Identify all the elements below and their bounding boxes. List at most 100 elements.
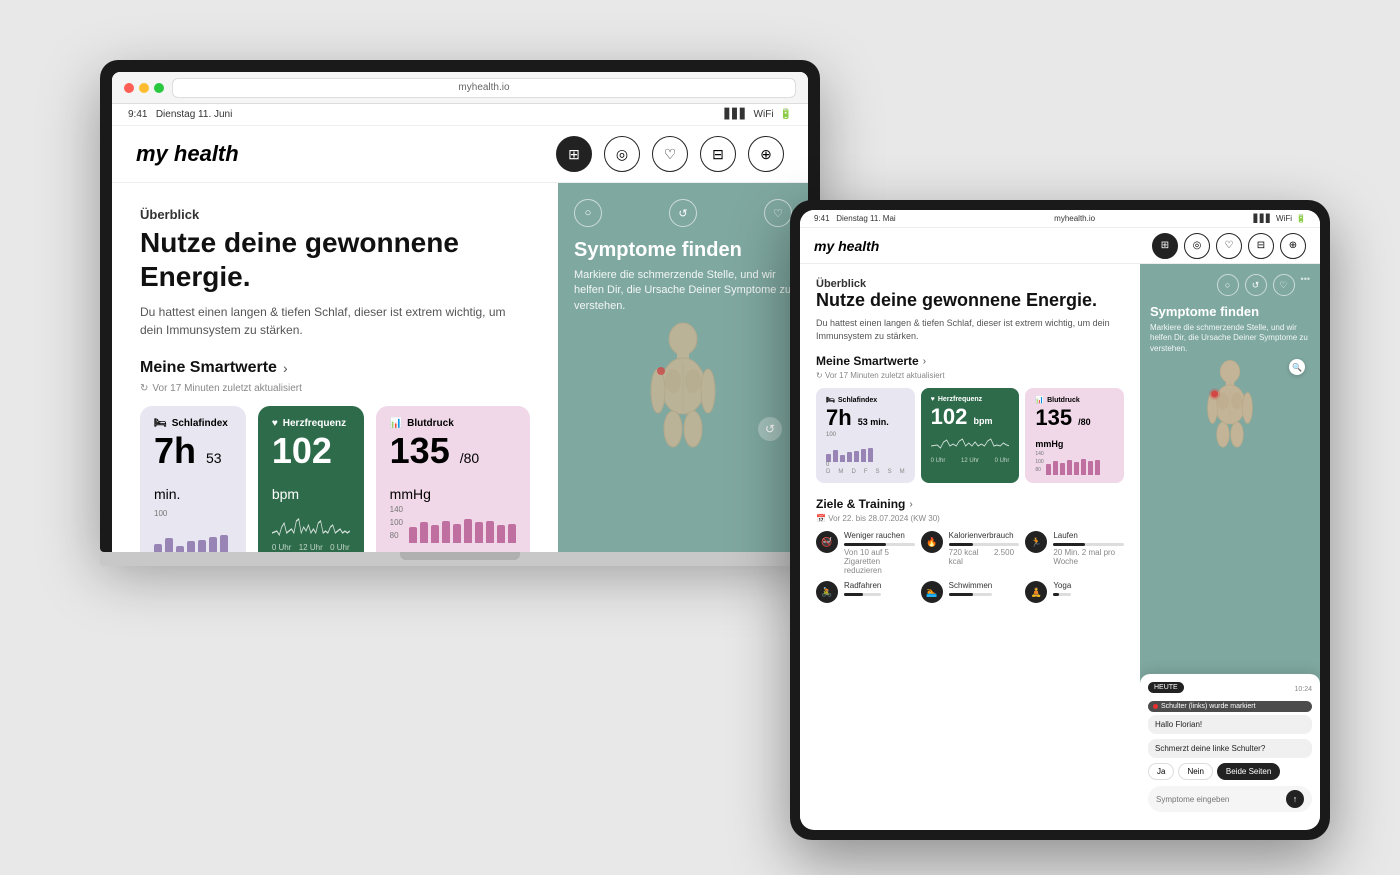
rotate-icon[interactable]: ↺	[758, 417, 782, 441]
ipad-heart-chart	[931, 434, 1010, 457]
hero-title: Nutze deine gewonnene Energie.	[140, 226, 530, 293]
laptop-screen-inner: myhealth.io 9:41 Dienstag 11. Juni ▋▋▋ W…	[112, 72, 808, 552]
sleep-title: Schlafindex	[172, 418, 228, 429]
ipad-blood-chart-wrap: 140 100 80	[1035, 451, 1114, 475]
status-right: ▋▋▋ WiFi 🔋	[724, 109, 792, 120]
ipad-sleep-card[interactable]: 🛏 Schlafindex 7h 53 min. 100	[816, 388, 915, 483]
goal-yoga: 🧘 Yoga	[1025, 581, 1124, 603]
goal-kalorien-bar	[949, 543, 974, 546]
chat-greeting: Hallo Florian!	[1148, 715, 1312, 734]
ipad-sleep-bar-4	[847, 452, 852, 462]
browser-url[interactable]: myhealth.io	[172, 78, 796, 98]
ipad-overview-label: Überblick	[816, 278, 1124, 290]
ipad-sleep-labels: D M D F S S M	[826, 469, 905, 475]
ipad-zoom-icon[interactable]: 🔍	[1289, 359, 1305, 375]
goal-kalorien: 🔥 Kalorienverbrauch 720 kcal 2.500 kcal	[921, 531, 1020, 575]
minimize-dot[interactable]	[139, 83, 149, 93]
sleep-bar-4	[187, 541, 195, 552]
ipad-sidebar-icon-2[interactable]: ↺	[1245, 274, 1267, 296]
ipad-smartwerte-meta-text: Vor 17 Minuten zuletzt aktualisiert	[825, 371, 945, 380]
ipad-heart-value: 102 bpm	[931, 406, 1010, 428]
laptop-status-bar: 9:41 Dienstag 11. Juni ▋▋▋ WiFi 🔋	[112, 104, 808, 126]
sidebar-icon-3[interactable]: ♡	[764, 199, 792, 227]
ipad-blood-icon: 📊	[1035, 396, 1044, 404]
nav-dashboard-btn[interactable]: ⊞	[556, 136, 592, 172]
ipad-nav-plus[interactable]: ⊕	[1280, 233, 1306, 259]
goal-kalorien-bar-bg	[949, 543, 1020, 546]
ipad-goals-arrow[interactable]: ›	[909, 499, 912, 510]
ipad-nav-dashboard[interactable]: ⊞	[1152, 233, 1178, 259]
goal-rauchen-info: Weniger rauchen Von 10 auf 5 Zigaretten …	[844, 531, 915, 575]
goal-laufen: 🏃 Laufen 20 Min. 2 mal pro Woche	[1025, 531, 1124, 575]
heart-chart-svg	[272, 513, 350, 541]
app-body: Überblick Nutze deine gewonnene Energie.…	[112, 183, 808, 552]
ipad-nav-grid[interactable]: ⊟	[1248, 233, 1274, 259]
goal-rauchen-bar	[844, 543, 886, 546]
ipad-heart-title-row: ♥ Herzfrequenz	[931, 396, 1010, 403]
sidebar-icon-2[interactable]: ↺	[669, 199, 697, 227]
ipad-battery: 🔋	[1296, 214, 1306, 223]
nav-grid-btn[interactable]: ⊟	[700, 136, 736, 172]
heart-value: 102 bpm	[272, 430, 332, 507]
ipad-h-end: 0 Uhr	[995, 458, 1010, 464]
smartwerte-meta: ↻ Vor 17 Minuten zuletzt aktualisiert	[140, 383, 530, 394]
chat-input[interactable]	[1156, 795, 1286, 804]
ipad-sleep-bar-3	[840, 455, 845, 462]
laptop-screen-outer: myhealth.io 9:41 Dienstag 11. Juni ▋▋▋ W…	[100, 60, 820, 552]
blood-bar-6	[464, 519, 472, 543]
goal-schwimmen-bar	[949, 593, 973, 596]
sleep-card[interactable]: 🛏 Schlafindex 7h 53 min. 100	[140, 406, 246, 552]
ipad-sidebar-icon-1[interactable]: ○	[1217, 274, 1239, 296]
nav-location-btn[interactable]: ◎	[604, 136, 640, 172]
ipad-outer: 9:41 Dienstag 11. Mai myhealth.io ▋▋▋ Wi…	[790, 200, 1330, 840]
ipad-blood-card[interactable]: 📊 Blutdruck 135 /80 mmHg 140 100 80	[1025, 388, 1124, 483]
maximize-dot[interactable]	[154, 83, 164, 93]
ipad-hero-title: Nutze deine gewonnene Energie.	[816, 290, 1124, 311]
blood-bar-2	[420, 522, 428, 543]
close-dot[interactable]	[124, 83, 134, 93]
blood-bar-8	[486, 521, 494, 544]
blood-title: Blutdruck	[407, 418, 454, 429]
ipad-app-main: Überblick Nutze deine gewonnene Energie.…	[800, 264, 1140, 820]
goal-rauchen-icon: 🚭	[816, 531, 838, 553]
ipad-sidebar-icon-3[interactable]: ♡	[1273, 274, 1295, 296]
chat-btn-nein[interactable]: Nein	[1178, 763, 1212, 780]
ipad-heart-title: Herzfrequenz	[938, 396, 982, 403]
l-m: M	[838, 469, 843, 475]
heart-card[interactable]: ♥ Herzfrequenz 102 bpm	[258, 406, 364, 552]
goal-laufen-icon: 🏃	[1025, 531, 1047, 553]
b3	[1060, 463, 1065, 475]
goal-yoga-icon: 🧘	[1025, 581, 1047, 603]
ipad-smartwerte-arrow[interactable]: ›	[923, 356, 926, 367]
sidebar-icon-1[interactable]: ○	[574, 199, 602, 227]
chat-input-row[interactable]: ↑	[1148, 786, 1312, 812]
chat-btn-ja[interactable]: Ja	[1148, 763, 1174, 780]
goal-laufen-sub: 20 Min. 2 mal pro Woche	[1053, 548, 1124, 566]
browser-dots	[124, 83, 164, 93]
goal-radfahren-icon: 🚴	[816, 581, 838, 603]
ipad-goals-header: Ziele & Training ›	[816, 497, 1124, 511]
blood-card[interactable]: 📊 Blutdruck 135 /80 mmHg 140 100 80	[376, 406, 530, 552]
goal-kalorien-label: Kalorienverbrauch	[949, 531, 1020, 540]
smartwerte-meta-text: Vor 17 Minuten zuletzt aktualisiert	[152, 383, 302, 394]
chat-send-btn[interactable]: ↑	[1286, 790, 1304, 808]
l-m2: M	[900, 469, 905, 475]
ipad-heart-icon: ♥	[931, 396, 935, 403]
sleep-y-label-100: 100	[154, 509, 232, 518]
smartwerte-arrow[interactable]: ›	[283, 360, 288, 376]
ipad-sidebar-more[interactable]: •••	[1301, 274, 1310, 296]
ipad-nav-location[interactable]: ◎	[1184, 233, 1210, 259]
blood-value: 135 /80 mmHg	[390, 430, 480, 507]
nav-icons: ⊞ ◎ ♡ ⊟ ⊕	[556, 136, 784, 172]
heart-label-0: 0 Uhr	[272, 543, 292, 552]
ipad-heart-card[interactable]: ♥ Herzfrequenz 102 bpm 0 Uhr	[921, 388, 1020, 483]
b4	[1067, 460, 1072, 475]
ipad-heart-labels: 0 Uhr 12 Uhr 0 Uhr	[931, 458, 1010, 464]
nav-plus-btn[interactable]: ⊕	[748, 136, 784, 172]
ipad-sleep-icon: 🛏	[826, 396, 835, 404]
ipad-nav-heart[interactable]: ♡	[1216, 233, 1242, 259]
chat-btn-beide[interactable]: Beide Seiten	[1217, 763, 1280, 780]
status-day: Dienstag 11. Juni	[156, 109, 233, 120]
goal-kalorien-icon: 🔥	[921, 531, 943, 553]
nav-heart-btn[interactable]: ♡	[652, 136, 688, 172]
